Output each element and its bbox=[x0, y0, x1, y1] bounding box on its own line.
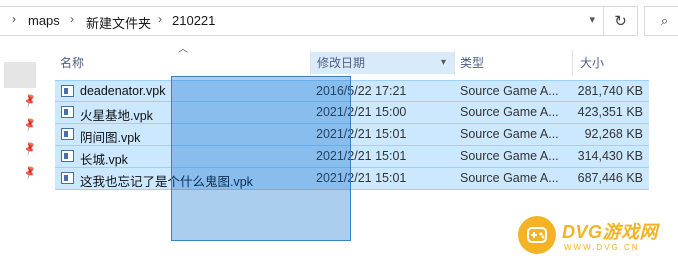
file-date: 2021/2/21 15:01 bbox=[316, 149, 407, 163]
file-list: deadenator.vpk 2016/5/22 17:21 Source Ga… bbox=[55, 80, 649, 190]
file-row[interactable]: 长城.vpk 2021/2/21 15:01 Source Game A... … bbox=[55, 146, 649, 168]
pin-icon: 📌 bbox=[22, 141, 39, 158]
file-size: 423,351 KB bbox=[577, 105, 643, 119]
file-row[interactable]: deadenator.vpk 2016/5/22 17:21 Source Ga… bbox=[55, 80, 649, 102]
breadcrumb-210221[interactable]: 210221 bbox=[172, 13, 215, 28]
file-date: 2021/2/21 15:01 bbox=[316, 171, 407, 185]
file-date: 2016/5/22 17:21 bbox=[316, 84, 407, 98]
refresh-button[interactable]: ↻ bbox=[604, 6, 638, 36]
file-date: 2021/2/21 15:01 bbox=[316, 127, 407, 141]
file-size: 281,740 KB bbox=[577, 84, 643, 98]
file-name: 火星基地.vpk bbox=[80, 109, 153, 123]
pin-icon: 📌 bbox=[22, 93, 39, 110]
file-type: Source Game A... bbox=[460, 84, 559, 98]
file-type: Source Game A... bbox=[460, 105, 559, 119]
file-icon bbox=[61, 128, 74, 140]
file-row[interactable]: 火星基地.vpk 2021/2/21 15:00 Source Game A..… bbox=[55, 102, 649, 124]
file-name: 这我也忘记了是个什么鬼图.vpk bbox=[80, 175, 253, 189]
file-type: Source Game A... bbox=[460, 149, 559, 163]
column-divider[interactable] bbox=[572, 50, 573, 76]
file-icon bbox=[61, 172, 74, 184]
watermark: DVG游戏网 WWW.DVG.CN bbox=[518, 216, 660, 258]
chevron-right-icon: › bbox=[12, 12, 16, 26]
navigation-pane: 📌 📌 📌 📌 bbox=[0, 44, 40, 272]
breadcrumb-new-folder[interactable]: 新建文件夹 bbox=[86, 13, 151, 32]
search-icon: ⌕ bbox=[660, 13, 669, 28]
address-bar[interactable]: › maps › 新建文件夹 › 210221 ▾ bbox=[0, 6, 604, 36]
column-divider[interactable] bbox=[454, 50, 455, 76]
file-name: 长城.vpk bbox=[80, 153, 128, 167]
chevron-right-icon: › bbox=[70, 12, 74, 26]
file-date: 2021/2/21 15:00 bbox=[316, 105, 407, 119]
search-box[interactable]: ⌕ bbox=[644, 6, 678, 36]
nav-item-selected[interactable] bbox=[4, 62, 36, 88]
watermark-title: DVG游戏网 bbox=[562, 222, 659, 242]
file-size: 92,268 KB bbox=[584, 127, 643, 141]
file-size: 314,430 KB bbox=[577, 149, 643, 163]
chevron-down-icon[interactable]: ▾ bbox=[589, 13, 595, 26]
file-type: Source Game A... bbox=[460, 127, 559, 141]
pin-icon: 📌 bbox=[22, 117, 39, 134]
file-row[interactable]: 这我也忘记了是个什么鬼图.vpk 2021/2/21 15:01 Source … bbox=[55, 168, 649, 190]
file-size: 687,446 KB bbox=[577, 171, 643, 185]
column-header-type[interactable]: 类型 bbox=[460, 52, 572, 74]
column-header-date[interactable]: 修改日期 bbox=[311, 52, 454, 74]
pin-icon: 📌 bbox=[22, 165, 39, 182]
chevron-right-icon: › bbox=[158, 12, 162, 26]
file-icon bbox=[61, 150, 74, 162]
gamepad-icon bbox=[518, 216, 556, 254]
file-icon bbox=[61, 85, 74, 97]
file-name: 阴间图.vpk bbox=[80, 131, 141, 145]
breadcrumb-maps[interactable]: maps bbox=[28, 13, 60, 28]
refresh-icon: ↻ bbox=[614, 13, 627, 30]
watermark-subtitle: WWW.DVG.CN bbox=[564, 243, 640, 252]
file-row[interactable]: 阴间图.vpk 2021/2/21 15:01 Source Game A...… bbox=[55, 124, 649, 146]
column-header-size[interactable]: 大小 bbox=[580, 52, 650, 74]
file-icon bbox=[61, 106, 74, 118]
file-type: Source Game A... bbox=[460, 171, 559, 185]
column-header-name[interactable]: 名称 bbox=[60, 52, 310, 74]
chevron-down-icon[interactable]: ▾ bbox=[441, 52, 446, 74]
file-name: deadenator.vpk bbox=[80, 84, 166, 98]
